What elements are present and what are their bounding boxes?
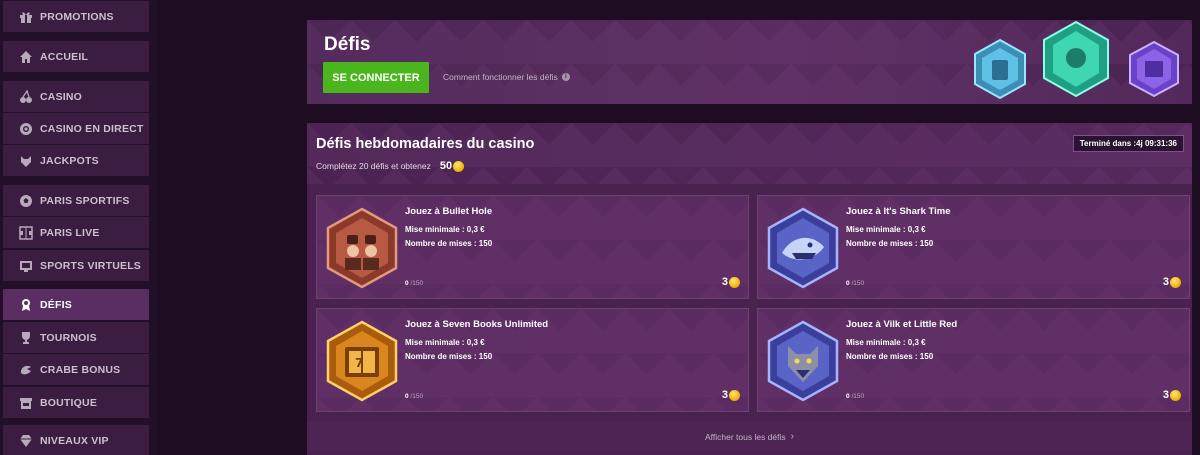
connect-button[interactable]: SE CONNECTER [323,62,429,93]
challenge-reward: 3 [722,389,740,401]
challenge-bet-count: Nombre de mises : 150 [405,239,493,248]
challenge-title: Jouez à Seven Books Unlimited [405,319,549,330]
sidebar-item-label: BOUTIQUE [40,396,98,409]
sidebar-item-label: PROMOTIONS [40,10,114,23]
challenge-min-bet: Mise minimale : 0,3 € [405,225,485,234]
weekly-subtitle: Complétez 20 défis et obtenez 50 [316,160,465,172]
page: PROMOTIONS ACCUEIL CASINO CASINO EN DIRE… [0,0,1200,455]
weekly-challenges-panel: Défis hebdomadaires du casino Complétez … [307,123,1192,455]
challenge-reward: 3 [1163,276,1181,288]
sidebar-item-label: PARIS SPORTIFS [40,194,130,207]
sidebar-item-casino[interactable]: CASINO [3,81,149,112]
challenge-min-bet: Mise minimale : 0,3 € [846,338,926,347]
purple-hexagon-badge-icon [1129,40,1179,98]
virtual-sports-icon [18,258,33,273]
home-icon [18,49,33,64]
challenge-progress: 0 /150 [405,393,424,400]
page-title: Défis [324,34,371,55]
sidebar-item-defis[interactable]: DÉFIS [3,289,149,320]
wolf-icon [18,153,33,168]
sidebar-item-label: JACKPOTS [40,154,99,167]
sidebar-item-accueil[interactable]: ACCUEIL [3,41,149,72]
weekly-subtitle-text: Complétez 20 défis et obtenez [316,161,431,171]
cherries-icon [18,89,33,104]
coin-icon [1170,276,1181,288]
coin-icon [729,389,740,401]
blue-hexagon-badge-icon [974,38,1026,100]
how-link-label: Comment fonctionner les défis [443,72,558,82]
challenge-progress: 0 /150 [846,393,865,400]
how-challenges-work-link[interactable]: Comment fonctionner les défis i [443,72,570,82]
sidebar-item-label: CRABE BONUS [40,363,121,376]
book-game-icon: 7 [326,320,398,402]
sidebar-item-label: CASINO [40,90,83,103]
weekly-title: Défis hebdomadaires du casino [316,136,535,152]
award-icon [18,297,33,312]
coin-icon [1170,389,1181,401]
challenge-progress: 0 /150 [405,280,424,287]
sidebar-item-casino-en-direct[interactable]: CASINO EN DIRECT [3,113,149,144]
sidebar-item-paris-sportifs[interactable]: PARIS SPORTIFS [3,185,149,216]
sidebar-item-label: TOURNOIS [40,331,97,344]
sidebar-item-paris-live[interactable]: PARIS LIVE [3,217,149,248]
sidebar-item-niveaux-vip[interactable]: NIVEAUX VIP [3,425,149,455]
weekly-reward-amount: 50 [439,160,453,172]
gift-icon [18,9,33,24]
crab-claw-icon [18,362,33,377]
sidebar-item-label: SPORTS VIRTUELS [40,259,142,272]
challenge-title: Jouez à Vilk et Little Red [846,319,958,330]
outlaws-game-icon [326,207,398,289]
sidebar-item-label: CASINO EN DIRECT [40,122,144,135]
sidebar-item-label: ACCUEIL [40,50,89,63]
sidebar-item-label: NIVEAUX VIP [40,434,109,447]
show-all-challenges-link[interactable]: Afficher tous les défis › [307,422,1192,451]
svg-text:7: 7 [355,356,363,370]
diamond-icon [18,433,33,448]
coin-icon [729,276,740,288]
challenge-card[interactable]: Jouez à Vilk et Little Red Mise minimale… [757,308,1190,412]
challenge-reward: 3 [722,276,740,288]
challenge-min-bet: Mise minimale : 0,3 € [405,338,485,347]
challenge-bet-count: Nombre de mises : 150 [846,352,934,361]
weekly-header: Défis hebdomadaires du casino Complétez … [307,123,1192,184]
sidebar-item-promotions[interactable]: PROMOTIONS [3,1,149,32]
challenge-bet-count: Nombre de mises : 150 [405,352,493,361]
show-all-label: Afficher tous les défis [705,431,786,442]
sidebar-item-sports-virtuels[interactable]: SPORTS VIRTUELS [3,250,149,281]
info-icon: i [561,73,570,81]
challenge-card[interactable]: Jouez à It's Shark Time Mise minimale : … [757,195,1190,299]
sidebar-item-label: PARIS LIVE [40,226,100,239]
challenge-card[interactable]: Jouez à Bullet Hole Mise minimale : 0,3 … [316,195,749,299]
chip-icon [18,121,33,136]
shark-game-icon [767,207,839,289]
wolf-game-icon [767,320,839,402]
challenge-progress: 0 /150 [846,280,865,287]
sidebar-item-label: DÉFIS [40,298,72,311]
sidebar-item-boutique[interactable]: BOUTIQUE [3,387,149,418]
countdown-timer: Terminé dans :4j 09:31:36 [1072,135,1184,152]
coin-icon [453,160,465,172]
chevron-right-icon: › [790,431,794,442]
green-hexagon-badge-icon [1043,20,1109,98]
challenge-reward: 3 [1163,389,1181,401]
challenge-card[interactable]: 7 Jouez à Seven Books Unlimited Mise min… [316,308,749,412]
shop-icon [18,395,33,410]
sidebar-item-crabe-bonus[interactable]: CRABE BONUS [3,354,149,385]
trophy-icon [18,330,33,345]
sidebar: PROMOTIONS ACCUEIL CASINO CASINO EN DIRE… [0,0,157,455]
sidebar-item-tournois[interactable]: TOURNOIS [3,322,149,353]
football-icon [18,193,33,208]
challenge-title: Jouez à It's Shark Time [846,206,951,217]
challenge-min-bet: Mise minimale : 0,3 € [846,225,926,234]
hero-banner: Défis SE CONNECTER Comment fonctionner l… [307,20,1192,104]
challenge-title: Jouez à Bullet Hole [405,206,493,217]
sidebar-item-jackpots[interactable]: JACKPOTS [3,145,149,176]
live-field-icon [18,225,33,240]
challenge-bet-count: Nombre de mises : 150 [846,239,934,248]
